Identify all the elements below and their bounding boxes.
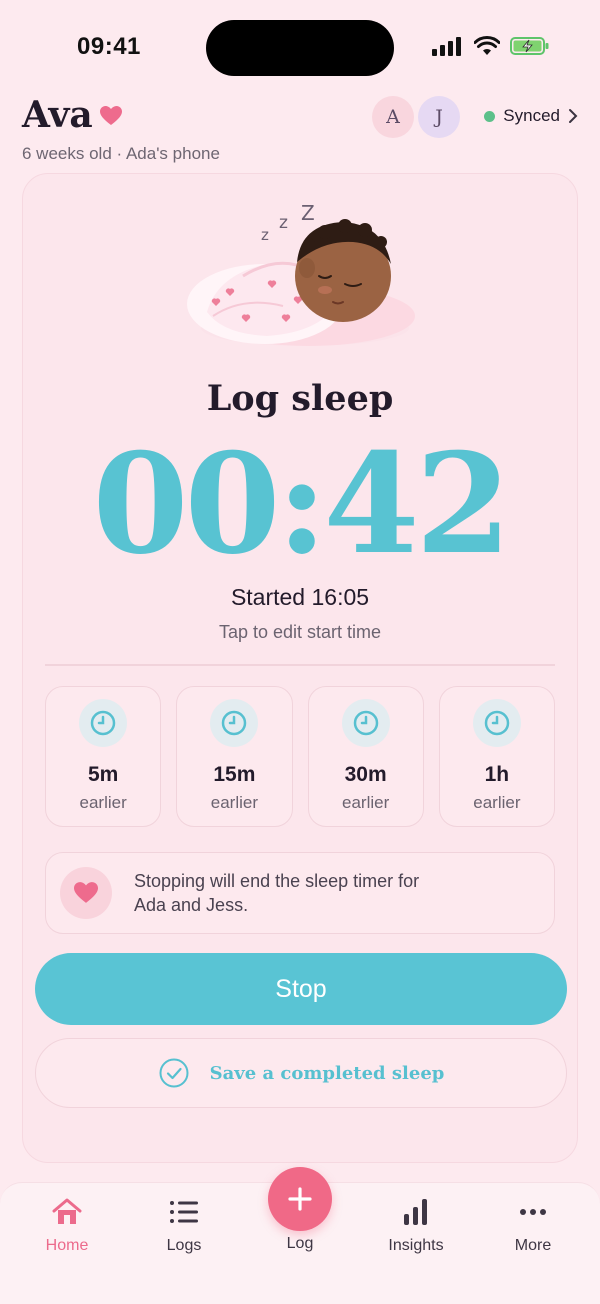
notice-text: Stopping will end the sleep timer for Ad… [134, 871, 420, 915]
avatar[interactable]: J [418, 96, 460, 138]
tab-label: More [514, 1237, 552, 1254]
tab-label: Logs [166, 1237, 202, 1254]
status-bar: 09:41 [0, 0, 600, 96]
tab-bar: Home Logs Log Insights More [0, 1167, 600, 1304]
sleep-timer: 00:42 [92, 422, 511, 585]
quick-adjust-15m-button[interactable]: 15m earlier [176, 686, 293, 827]
zzz-letter: z [279, 213, 288, 233]
plus-icon [288, 1187, 312, 1211]
start-time[interactable]: Started 16:05 [23, 584, 577, 611]
check-circle-icon [159, 1058, 189, 1088]
save-label: Save a completed sleep [209, 1062, 445, 1084]
heart-icon [60, 867, 112, 919]
quick-adjust-row: 5m earlier 15m earlier 30m earlier 1h ea… [45, 686, 555, 827]
sync-dot-icon [484, 110, 496, 122]
tab-label: Insights [388, 1237, 444, 1254]
quick-adjust-label: earlier [210, 793, 258, 812]
sleep-card: z z Z Log sleep 00:42 Started 16:05 Tap … [22, 173, 578, 1163]
save-completed-sleep-button[interactable]: Save a completed sleep [35, 1038, 567, 1108]
divider [45, 664, 555, 666]
tab-more[interactable]: More [483, 1195, 583, 1255]
header: Ava 6 weeks old · Ada's phone A J Synced [22, 92, 578, 168]
sleeping-baby-illustration: z z Z [187, 201, 415, 346]
clock-icon [341, 699, 390, 747]
dynamic-island [206, 20, 394, 76]
tab-logs[interactable]: Logs [134, 1195, 234, 1255]
wifi-icon [474, 36, 500, 55]
add-log-button[interactable] [268, 1167, 332, 1231]
page-title: Log sleep [206, 378, 394, 419]
home-icon [52, 1198, 82, 1224]
quick-adjust-1h-button[interactable]: 1h earlier [438, 686, 555, 827]
more-icon [520, 1209, 546, 1215]
tab-home[interactable]: Home [17, 1195, 117, 1255]
zzz-letter: Z [301, 201, 315, 225]
signal-icon [432, 37, 461, 56]
clock-icon [472, 699, 521, 747]
tab-label: Home [45, 1237, 89, 1254]
quick-adjust-amount: 1h [484, 763, 510, 786]
shared-timer-notice: Stopping will end the sleep timer for Ad… [45, 852, 555, 934]
status-time: 09:41 [77, 33, 141, 60]
tab-label[interactable]: Log [250, 1235, 350, 1253]
list-icon [170, 1201, 198, 1223]
bar-chart-icon [404, 1199, 427, 1225]
sync-status[interactable]: Synced [484, 106, 578, 126]
quick-adjust-amount: 5m [87, 763, 119, 786]
quick-adjust-amount: 15m [213, 763, 256, 786]
baby-name[interactable]: Ava [22, 94, 93, 136]
quick-adjust-5m-button[interactable]: 5m earlier [45, 686, 162, 827]
sync-label: Synced [503, 106, 560, 125]
quick-adjust-30m-button[interactable]: 30m earlier [307, 686, 424, 827]
edit-start-hint[interactable]: Tap to edit start time [23, 622, 577, 643]
quick-adjust-label: earlier [473, 793, 521, 812]
stop-button[interactable]: Stop [35, 953, 567, 1025]
heart-icon [100, 106, 122, 125]
tab-insights[interactable]: Insights [366, 1195, 466, 1255]
clock-icon [210, 699, 259, 747]
baby-subtitle: 6 weeks old · Ada's phone [22, 144, 220, 163]
status-icons [432, 36, 550, 56]
quick-adjust-amount: 30m [344, 763, 387, 786]
clock-icon [79, 699, 127, 747]
quick-adjust-label: earlier [342, 793, 390, 812]
quick-adjust-label: earlier [79, 793, 127, 812]
battery-charging-icon [510, 37, 549, 55]
chevron-right-icon [569, 109, 578, 123]
avatar[interactable]: A [372, 96, 414, 138]
zzz-letter: z [261, 226, 269, 244]
